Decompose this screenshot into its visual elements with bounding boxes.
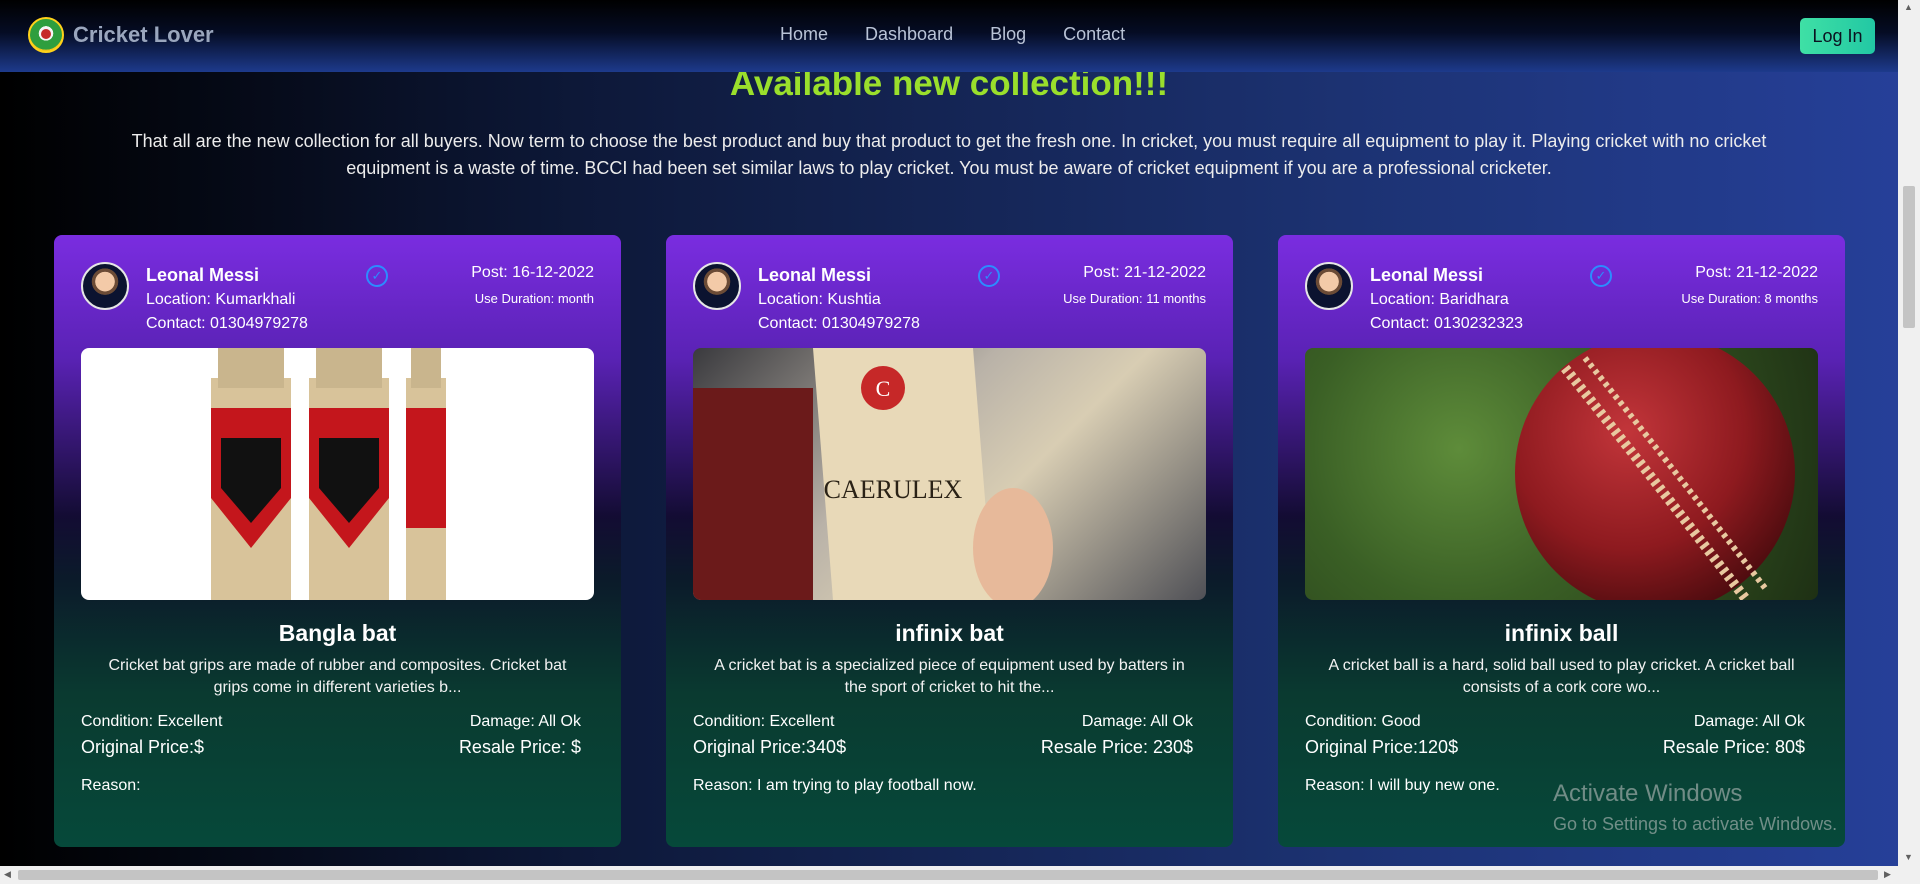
check-circle-icon: ✓ [366, 265, 388, 287]
damage: Damage: All Ok [1081, 713, 1193, 730]
avatar [1305, 262, 1353, 310]
ball-image-icon [1515, 348, 1795, 600]
product-description: Cricket bat grips are made of rubber and… [108, 657, 567, 696]
avatar [81, 262, 129, 310]
seller-contact: Contact: 0130232323 [1370, 315, 1524, 332]
product-description: A cricket bat is a specialized piece of … [714, 657, 1185, 696]
condition: Condition: Excellent [81, 713, 223, 730]
resale-price: Resale Price: 80$ [1662, 737, 1805, 757]
product-card: Leonal Messi Location: Kushtia Contact: … [666, 235, 1233, 847]
nav-link-dashboard[interactable]: Dashboard [865, 24, 953, 45]
original-price: Original Price:340$ [693, 737, 847, 757]
product-card: Leonal Messi Location: Baridhara Contact… [1278, 235, 1845, 847]
damage: Damage: All Ok [1693, 713, 1805, 730]
check-circle-icon: ✓ [978, 265, 1000, 287]
seller-location: Location: Kumarkhali [146, 291, 296, 308]
damage: Damage: All Ok [469, 713, 581, 730]
use-duration: Use Duration: month [474, 291, 594, 306]
seller-contact: Contact: 01304979278 [146, 315, 308, 332]
reason: Reason: [81, 777, 141, 794]
seller-name: Leonal Messi [1370, 265, 1484, 285]
horizontal-scroll-thumb[interactable] [18, 870, 1878, 880]
original-price: Original Price:120$ [1305, 737, 1459, 757]
check-circle-icon: ✓ [1590, 265, 1612, 287]
intro-text: That all are the new collection for all … [131, 131, 1767, 178]
product-description: A cricket ball is a hard, solid ball use… [1328, 657, 1795, 696]
scroll-right-icon[interactable]: ▶ [1884, 869, 1891, 880]
nav-link-home[interactable]: Home [780, 24, 828, 45]
vertical-scroll-thumb[interactable] [1903, 186, 1915, 328]
brand[interactable]: Cricket Lover [28, 17, 214, 53]
svg-text:C: C [876, 376, 891, 401]
activate-windows-subtitle: Go to Settings to activate Windows. [1553, 814, 1838, 834]
navbar: Cricket Lover Home Dashboard Blog Contac… [0, 0, 1898, 72]
scroll-left-icon[interactable]: ◀ [4, 869, 11, 880]
seller-name: Leonal Messi [146, 265, 260, 285]
vertical-scrollbar[interactable]: ▲ ▼ [1898, 0, 1920, 866]
product-image: C CAERULEX [693, 348, 1206, 600]
product-title[interactable]: Bangla bat [54, 620, 621, 647]
seller-contact: Contact: 01304979278 [758, 315, 920, 332]
nav-link-contact[interactable]: Contact [1063, 24, 1125, 45]
product-image [81, 348, 594, 600]
product-title[interactable]: infinix bat [666, 620, 1233, 647]
product-image [1305, 348, 1818, 600]
seller-location: Location: Kushtia [758, 291, 881, 308]
scroll-up-icon[interactable]: ▲ [1904, 2, 1913, 12]
avatar [693, 262, 741, 310]
product-card: Leonal Messi Location: Kumarkhali Contac… [54, 235, 621, 847]
post-date: Post: 21-12-2022 [1695, 264, 1818, 281]
login-button[interactable]: Log In [1800, 18, 1875, 54]
use-duration: Use Duration: 11 months [1063, 291, 1206, 306]
reason: Reason: I will buy new one. [1305, 777, 1500, 794]
post-date: Post: 16-12-2022 [471, 264, 594, 281]
resale-price: Resale Price: $ [458, 737, 581, 757]
nav-link-blog[interactable]: Blog [990, 24, 1026, 45]
condition: Condition: Excellent [693, 713, 835, 730]
original-price: Original Price:$ [81, 737, 205, 757]
post-date: Post: 21-12-2022 [1083, 264, 1206, 281]
seller-name: Leonal Messi [758, 265, 872, 285]
condition: Condition: Good [1305, 713, 1421, 730]
brand-name: Cricket Lover [73, 22, 214, 47]
bat-image-icon: C CAERULEX [693, 348, 1053, 600]
activate-windows-title: Activate Windows [1553, 780, 1743, 807]
horizontal-scrollbar[interactable]: ◀ ▶ [0, 866, 1920, 884]
bat-image-icon [211, 348, 446, 600]
seller-location: Location: Baridhara [1370, 291, 1509, 308]
scroll-down-icon[interactable]: ▼ [1904, 852, 1913, 862]
nav-links: Home Dashboard Blog Contact [780, 24, 1162, 45]
use-duration: Use Duration: 8 months [1681, 291, 1818, 306]
reason: Reason: I am trying to play football now… [693, 777, 977, 794]
svg-text:CAERULEX: CAERULEX [824, 475, 963, 504]
product-title[interactable]: infinix ball [1278, 620, 1845, 647]
cricket-logo-icon [28, 17, 64, 53]
resale-price: Resale Price: 230$ [1040, 737, 1193, 757]
